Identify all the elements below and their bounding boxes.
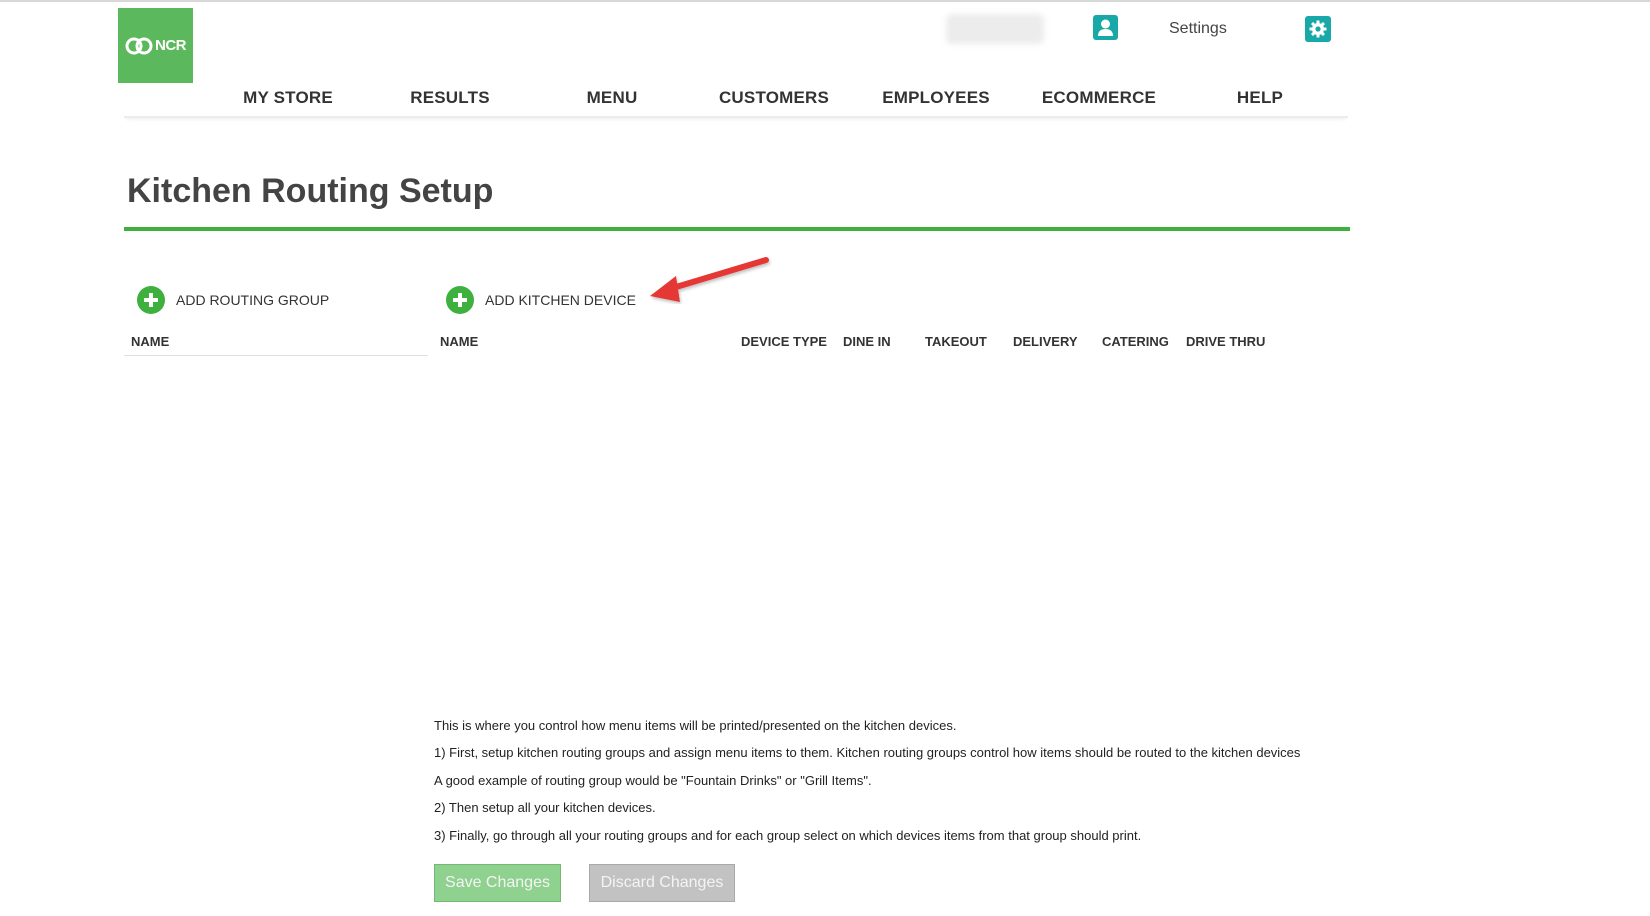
top-border xyxy=(0,0,1650,2)
routing-group-header-rule xyxy=(124,355,428,356)
save-changes-button[interactable]: Save Changes xyxy=(434,864,561,902)
device-col-delivery[interactable]: DELIVERY xyxy=(1013,334,1078,349)
user-name-blurred[interactable] xyxy=(946,14,1044,44)
nav-help[interactable]: HELP xyxy=(1237,88,1283,108)
device-col-drive-thru[interactable]: DRIVE THRU xyxy=(1186,334,1265,349)
plus-circle-icon xyxy=(446,286,474,314)
nav-ecommerce[interactable]: ECOMMERCE xyxy=(1042,88,1156,108)
add-routing-group-button[interactable]: ADD ROUTING GROUP xyxy=(137,286,329,314)
nav-results[interactable]: RESULTS xyxy=(410,88,489,108)
routing-group-col-name[interactable]: NAME xyxy=(131,334,169,349)
nav-employees[interactable]: EMPLOYEES xyxy=(882,88,990,108)
device-col-takeout[interactable]: TAKEOUT xyxy=(925,334,987,349)
title-divider xyxy=(124,227,1350,231)
plus-circle-icon xyxy=(137,286,165,314)
nav-menu[interactable]: MENU xyxy=(587,88,638,108)
device-col-name[interactable]: NAME xyxy=(440,334,478,349)
add-kitchen-device-label: ADD KITCHEN DEVICE xyxy=(485,292,636,308)
device-col-catering[interactable]: CATERING xyxy=(1102,334,1169,349)
info-line-step-3: 3) Finally, go through all your routing … xyxy=(434,828,1142,843)
ncr-logo-icon xyxy=(125,37,153,54)
red-arrow-icon xyxy=(650,257,769,302)
gear-icon[interactable] xyxy=(1305,16,1331,42)
discard-changes-button[interactable]: Discard Changes xyxy=(589,864,735,902)
info-line-intro: This is where you control how menu items… xyxy=(434,718,957,733)
add-routing-group-label: ADD ROUTING GROUP xyxy=(176,292,330,308)
info-line-step-2: 2) Then setup all your kitchen devices. xyxy=(434,800,656,815)
nav-my-store[interactable]: MY STORE xyxy=(243,88,333,108)
device-col-device-type[interactable]: DEVICE TYPE xyxy=(741,334,827,349)
ncr-logo[interactable]: NCR xyxy=(118,8,193,83)
user-icon[interactable] xyxy=(1093,15,1118,40)
add-kitchen-device-button[interactable]: ADD KITCHEN DEVICE xyxy=(446,286,636,314)
page-title: Kitchen Routing Setup xyxy=(127,172,494,210)
main-nav: MY STORE RESULTS MENU CUSTOMERS EMPLOYEE… xyxy=(124,78,1348,118)
logo-text: NCR xyxy=(155,37,187,54)
device-col-dine-in[interactable]: DINE IN xyxy=(843,334,891,349)
info-line-step-1: 1) First, setup kitchen routing groups a… xyxy=(434,745,1301,760)
info-line-example: A good example of routing group would be… xyxy=(434,773,872,788)
nav-customers[interactable]: CUSTOMERS xyxy=(719,88,829,108)
settings-link[interactable]: Settings xyxy=(1169,20,1227,38)
